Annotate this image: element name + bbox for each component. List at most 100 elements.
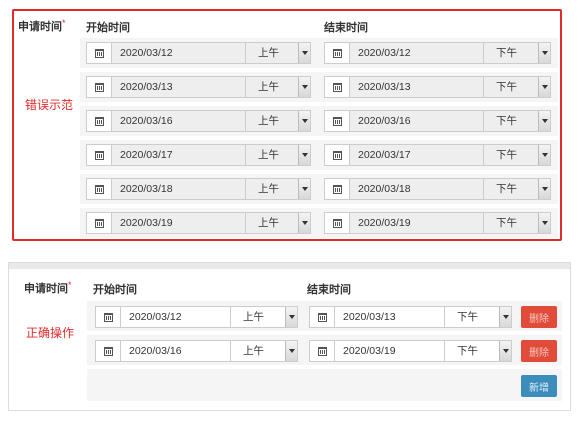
end-period-select[interactable]: 下午: [483, 110, 551, 132]
calendar-button[interactable]: [87, 213, 112, 233]
calendar-button[interactable]: [325, 145, 350, 165]
date-value[interactable]: 2020/03/18: [350, 179, 483, 199]
delete-button[interactable]: 删除: [521, 340, 557, 362]
date-value[interactable]: 2020/03/16: [121, 341, 230, 361]
date-input[interactable]: 2020/03/18: [324, 178, 484, 200]
end-period-select[interactable]: 下午: [444, 306, 512, 328]
date-value[interactable]: 2020/03/16: [112, 111, 245, 131]
date-value[interactable]: 2020/03/19: [350, 213, 483, 233]
chevron-down-icon[interactable]: [285, 307, 297, 327]
date-input[interactable]: 2020/03/19: [86, 212, 246, 234]
calendar-button[interactable]: [96, 341, 121, 361]
calendar-button[interactable]: [87, 77, 112, 97]
date-value[interactable]: 2020/03/12: [121, 307, 230, 327]
calendar-icon: [103, 346, 113, 356]
date-input[interactable]: 2020/03/12: [324, 42, 484, 64]
date-value[interactable]: 2020/03/17: [112, 145, 245, 165]
date-input[interactable]: 2020/03/12: [86, 42, 246, 64]
calendar-button[interactable]: [96, 307, 121, 327]
chevron-down-icon[interactable]: [298, 77, 310, 97]
start-period-select[interactable]: 上午: [245, 110, 311, 132]
calendar-icon: [94, 184, 104, 194]
select-value: 上午: [246, 213, 298, 233]
calendar-button[interactable]: [87, 43, 112, 63]
date-value[interactable]: 2020/03/18: [112, 179, 245, 199]
start-period-select[interactable]: 上午: [245, 178, 311, 200]
date-value[interactable]: 2020/03/12: [350, 43, 483, 63]
calendar-icon: [332, 82, 342, 92]
start-period-select[interactable]: 上午: [230, 306, 298, 328]
date-input[interactable]: 2020/03/19: [309, 340, 445, 362]
required-mark: *: [68, 280, 72, 290]
chevron-down-icon[interactable]: [298, 43, 310, 63]
end-period-select[interactable]: 下午: [483, 178, 551, 200]
chevron-down-icon[interactable]: [538, 111, 550, 131]
date-input[interactable]: 2020/03/16: [86, 110, 246, 132]
end-period-select[interactable]: 下午: [444, 340, 512, 362]
end-period-select[interactable]: 下午: [483, 76, 551, 98]
calendar-icon: [332, 116, 342, 126]
date-value[interactable]: 2020/03/17: [350, 145, 483, 165]
wrong-example-note: 错误示范: [25, 98, 74, 112]
add-button[interactable]: 新增: [521, 375, 557, 397]
end-period-select[interactable]: 下午: [483, 144, 551, 166]
date-input[interactable]: 2020/03/17: [324, 144, 484, 166]
chevron-down-icon[interactable]: [298, 179, 310, 199]
date-input[interactable]: 2020/03/16: [324, 110, 484, 132]
delete-button[interactable]: 删除: [521, 306, 557, 328]
chevron-down-icon[interactable]: [298, 111, 310, 131]
calendar-button[interactable]: [310, 307, 335, 327]
chevron-down-icon[interactable]: [285, 341, 297, 361]
end-period-select[interactable]: 下午: [483, 212, 551, 234]
date-input[interactable]: 2020/03/18: [86, 178, 246, 200]
start-period-select[interactable]: 上午: [230, 340, 298, 362]
add-row-strip: [87, 369, 562, 401]
chevron-down-icon[interactable]: [298, 145, 310, 165]
date-value[interactable]: 2020/03/13: [350, 77, 483, 97]
start-period-select[interactable]: 上午: [245, 212, 311, 234]
chevron-down-icon[interactable]: [298, 213, 310, 233]
calendar-button[interactable]: [87, 179, 112, 199]
end-period-select[interactable]: 下午: [483, 42, 551, 64]
date-input[interactable]: 2020/03/16: [95, 340, 231, 362]
start-time-header: 开始时间: [93, 284, 137, 296]
chevron-down-icon[interactable]: [538, 213, 550, 233]
apply-time-label: 申请时间*: [24, 280, 72, 296]
date-value[interactable]: 2020/03/13: [335, 307, 444, 327]
date-input[interactable]: 2020/03/13: [86, 76, 246, 98]
date-input[interactable]: 2020/03/19: [324, 212, 484, 234]
calendar-button[interactable]: [325, 43, 350, 63]
date-input[interactable]: 2020/03/13: [324, 76, 484, 98]
chevron-down-icon[interactable]: [538, 77, 550, 97]
select-value: 下午: [484, 111, 538, 131]
date-input[interactable]: 2020/03/12: [95, 306, 231, 328]
date-input[interactable]: 2020/03/13: [309, 306, 445, 328]
calendar-icon: [332, 218, 342, 228]
start-period-select[interactable]: 上午: [245, 76, 311, 98]
calendar-button[interactable]: [87, 111, 112, 131]
date-value[interactable]: 2020/03/13: [112, 77, 245, 97]
chevron-down-icon[interactable]: [538, 179, 550, 199]
calendar-button[interactable]: [325, 213, 350, 233]
chevron-down-icon[interactable]: [499, 341, 511, 361]
date-value[interactable]: 2020/03/16: [350, 111, 483, 131]
correct-example-note: 正确操作: [26, 326, 75, 340]
chevron-down-icon[interactable]: [538, 43, 550, 63]
chevron-down-icon[interactable]: [538, 145, 550, 165]
start-period-select[interactable]: 上午: [245, 144, 311, 166]
date-value[interactable]: 2020/03/12: [112, 43, 245, 63]
date-value[interactable]: 2020/03/19: [335, 341, 444, 361]
date-value[interactable]: 2020/03/19: [112, 213, 245, 233]
calendar-button[interactable]: [325, 179, 350, 199]
date-input[interactable]: 2020/03/17: [86, 144, 246, 166]
calendar-button[interactable]: [325, 77, 350, 97]
select-value: 上午: [246, 145, 298, 165]
calendar-icon: [332, 184, 342, 194]
calendar-button[interactable]: [310, 341, 335, 361]
calendar-button[interactable]: [87, 145, 112, 165]
start-period-select[interactable]: 上午: [245, 42, 311, 64]
calendar-button[interactable]: [325, 111, 350, 131]
wrong-example-panel: 申请时间* 开始时间 结束时间 错误示范 2020/03/12 上午 2020/03…: [12, 9, 562, 241]
chevron-down-icon[interactable]: [499, 307, 511, 327]
apply-time-label-text: 申请时间: [24, 283, 68, 295]
